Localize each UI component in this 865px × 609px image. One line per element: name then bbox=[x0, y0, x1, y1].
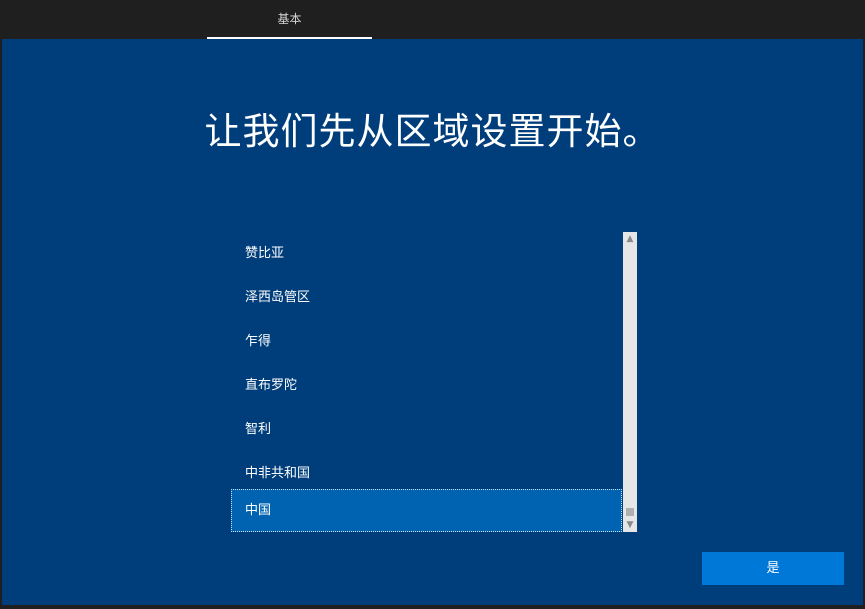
scroll-thumb[interactable] bbox=[626, 508, 634, 516]
yes-button[interactable]: 是 bbox=[702, 552, 844, 585]
scroll-down-icon[interactable]: ▼ bbox=[623, 518, 637, 532]
main-panel: 让我们先从区域设置开始。 赞比亚 泽西岛管区 乍得 直布罗陀 智利 中非共和国 … bbox=[2, 39, 863, 605]
list-item-china[interactable]: 中国 bbox=[231, 489, 622, 532]
top-bar: 基本 bbox=[0, 0, 865, 39]
list-item-chad[interactable]: 乍得 bbox=[231, 320, 622, 363]
list-item-chile[interactable]: 智利 bbox=[231, 408, 622, 451]
list-item-zambia[interactable]: 赞比亚 bbox=[231, 232, 622, 275]
list-scrollbar[interactable]: ▲ ▼ bbox=[623, 232, 637, 532]
region-list[interactable]: 赞比亚 泽西岛管区 乍得 直布罗陀 智利 中非共和国 中国 ▲ ▼ bbox=[231, 232, 637, 532]
page-title: 让我们先从区域设置开始。 bbox=[204, 110, 661, 153]
scroll-up-icon[interactable]: ▲ bbox=[623, 232, 637, 246]
tab-basics[interactable]: 基本 bbox=[207, 0, 372, 38]
list-item-gibraltar[interactable]: 直布罗陀 bbox=[231, 364, 622, 407]
list-item-jersey[interactable]: 泽西岛管区 bbox=[231, 276, 622, 319]
